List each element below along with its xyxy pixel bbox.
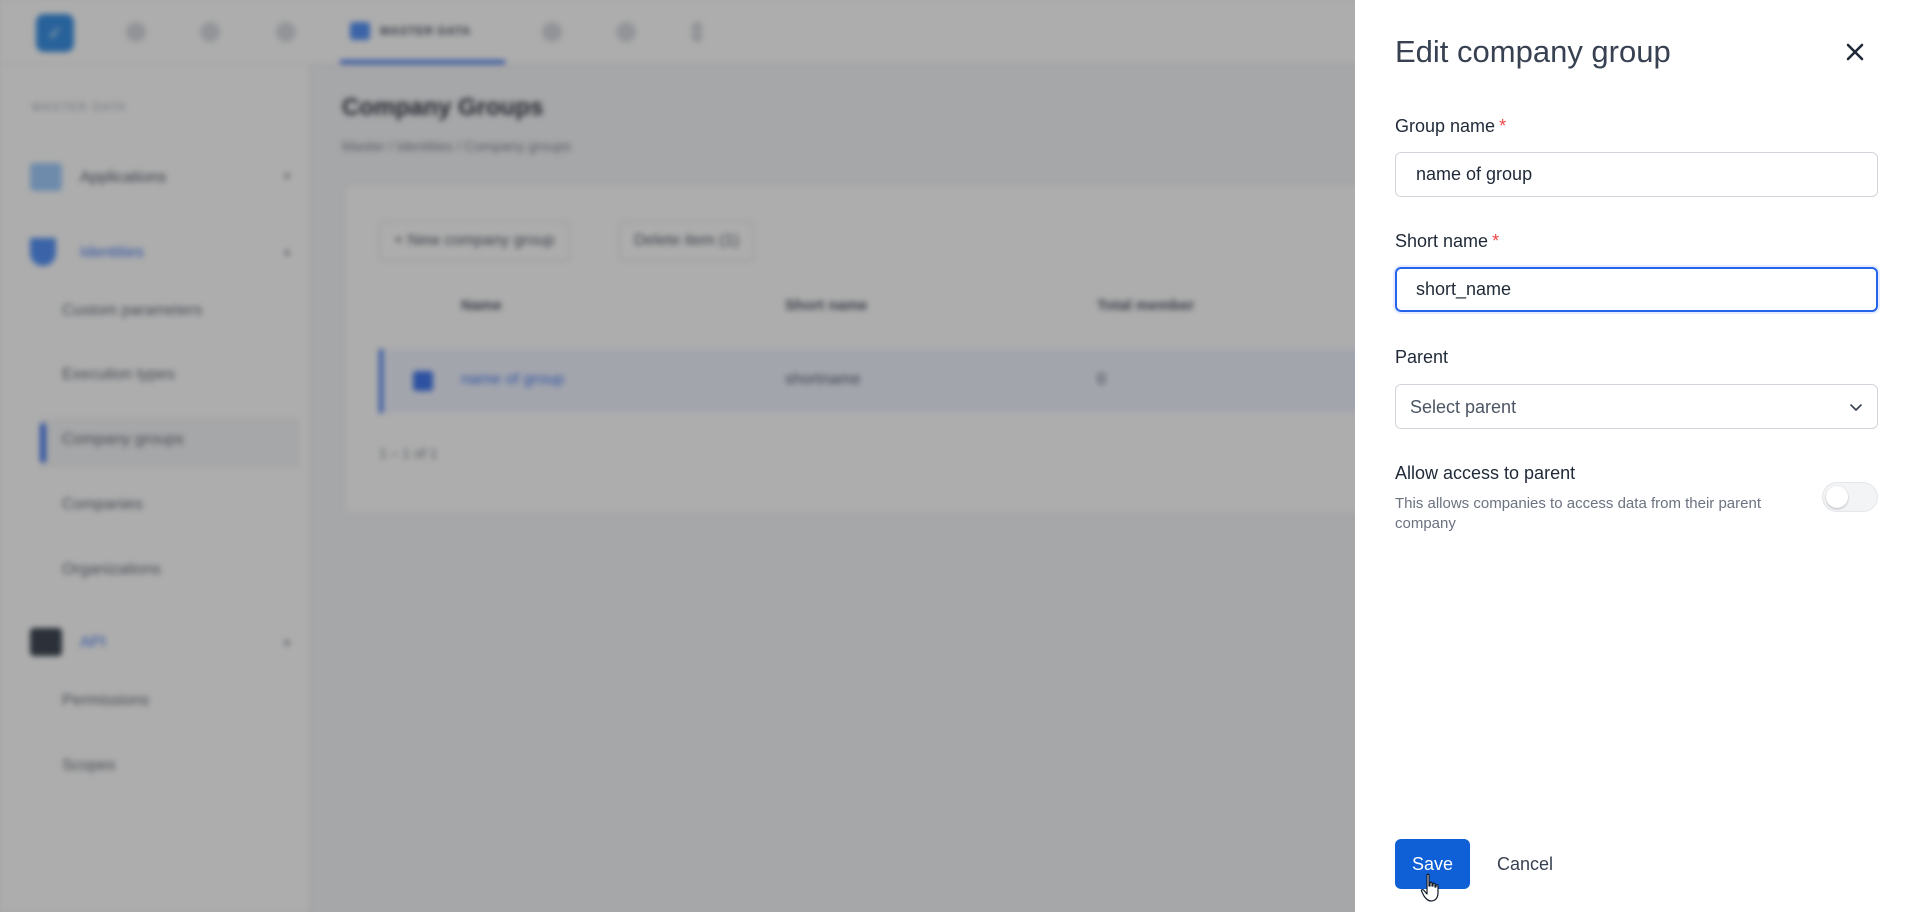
allow-access-description: This allows companies to access data fro… bbox=[1395, 495, 1761, 532]
parent-select[interactable]: Select parent bbox=[1395, 384, 1878, 429]
short-name-input[interactable] bbox=[1395, 267, 1878, 312]
drawer-title: Edit company group bbox=[1395, 34, 1671, 69]
edit-company-group-drawer: Edit company group Group name* Short nam… bbox=[1355, 0, 1916, 912]
allow-access-toggle[interactable] bbox=[1822, 482, 1878, 512]
close-icon bbox=[1846, 43, 1864, 61]
group-name-label: Group name * bbox=[1395, 116, 1507, 136]
parent-label: Parent bbox=[1395, 347, 1449, 367]
short-name-label: Short name * bbox=[1395, 231, 1500, 251]
close-button[interactable] bbox=[1839, 36, 1871, 68]
chevron-down-icon bbox=[1850, 404, 1862, 411]
required-mark: * bbox=[1499, 116, 1507, 136]
hand-pointer-cursor-icon bbox=[1420, 873, 1439, 902]
allow-access-label: Allow access to parent bbox=[1395, 463, 1576, 483]
cancel-button[interactable]: Cancel bbox=[1485, 839, 1565, 889]
parent-select-placeholder: Select parent bbox=[1410, 397, 1517, 417]
toggle-knob bbox=[1826, 486, 1848, 508]
group-name-input[interactable] bbox=[1395, 152, 1878, 197]
required-mark: * bbox=[1492, 231, 1500, 251]
